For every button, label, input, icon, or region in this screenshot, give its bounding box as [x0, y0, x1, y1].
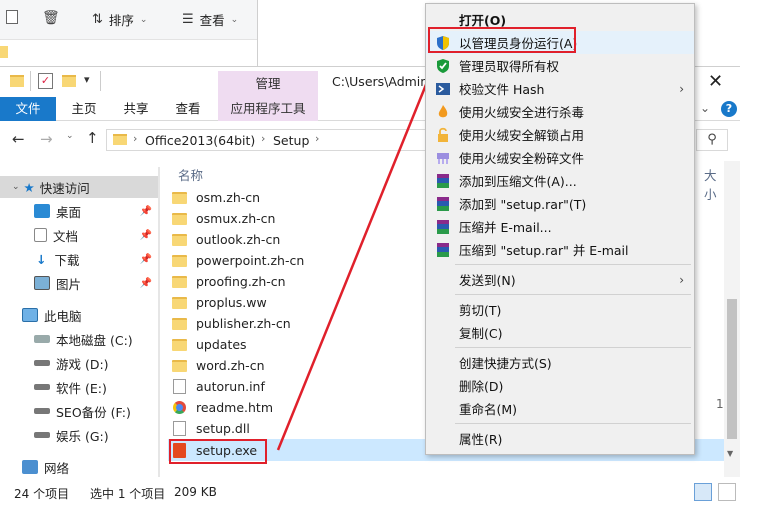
winrar-icon — [437, 196, 449, 211]
menu-copy[interactable]: 复制(C) — [426, 321, 694, 344]
menu-add-to-setup-rar[interactable]: 添加到 "setup.rar"(T) — [426, 192, 694, 215]
menu-label: 属性(R) — [459, 432, 503, 447]
huorong-icon — [438, 104, 448, 117]
menu-label: 添加到压缩文件(A)... — [459, 174, 577, 189]
menu-label: 添加到 "setup.rar"(T) — [459, 197, 587, 212]
powershell-icon — [436, 82, 450, 95]
menu-file-hash[interactable]: 校验文件 Hash › — [426, 77, 694, 100]
chevron-right-icon: › — [679, 81, 684, 96]
menu-huorong-unlock[interactable]: 使用火绒安全解锁占用 — [426, 123, 694, 146]
menu-add-to-archive[interactable]: 添加到压缩文件(A)... — [426, 169, 694, 192]
menu-label: 发送到(N) — [459, 273, 516, 288]
winrar-icon — [437, 219, 449, 234]
shredder-icon — [437, 152, 449, 164]
menu-cut[interactable]: 剪切(T) — [426, 298, 694, 321]
winrar-icon — [437, 173, 449, 188]
menu-separator — [455, 347, 691, 348]
menu-separator — [455, 264, 691, 265]
menu-huorong-scan[interactable]: 使用火绒安全进行杀毒 — [426, 100, 694, 123]
menu-label: 复制(C) — [459, 326, 503, 341]
menu-label: 压缩并 E-mail... — [459, 220, 552, 235]
menu-label: 重命名(M) — [459, 402, 518, 417]
run-as-admin-highlight — [428, 27, 576, 53]
menu-compress-rar-email[interactable]: 压缩到 "setup.rar" 并 E-mail — [426, 238, 694, 261]
menu-label: 管理员取得所有权 — [459, 59, 560, 74]
menu-label: 校验文件 Hash — [459, 82, 545, 97]
unlock-icon — [438, 127, 448, 142]
menu-label: 压缩到 "setup.rar" 并 E-mail — [459, 243, 629, 258]
check-shield-icon — [437, 58, 449, 73]
menu-separator — [455, 423, 691, 424]
menu-label: 删除(D) — [459, 379, 504, 394]
menu-label: 使用火绒安全解锁占用 — [459, 128, 585, 143]
menu-label: 使用火绒安全进行杀毒 — [459, 105, 585, 120]
menu-compress-email[interactable]: 压缩并 E-mail... — [426, 215, 694, 238]
menu-take-ownership[interactable]: 管理员取得所有权 — [426, 54, 694, 77]
menu-label: 创建快捷方式(S) — [459, 356, 552, 371]
context-menu: 打开(O) 以管理员身份运行(A) 管理员取得所有权 校验文件 Hash › 使… — [425, 3, 695, 455]
menu-create-shortcut[interactable]: 创建快捷方式(S) — [426, 351, 694, 374]
menu-send-to[interactable]: 发送到(N) › — [426, 268, 694, 291]
menu-label: 使用火绒安全粉碎文件 — [459, 151, 585, 166]
menu-separator — [455, 294, 691, 295]
menu-label: 剪切(T) — [459, 303, 502, 318]
menu-huorong-shred[interactable]: 使用火绒安全粉碎文件 — [426, 146, 694, 169]
menu-properties[interactable]: 属性(R) — [426, 427, 694, 450]
menu-rename[interactable]: 重命名(M) — [426, 397, 694, 420]
menu-delete[interactable]: 删除(D) — [426, 374, 694, 397]
winrar-icon — [437, 242, 449, 257]
chevron-right-icon: › — [679, 272, 684, 287]
